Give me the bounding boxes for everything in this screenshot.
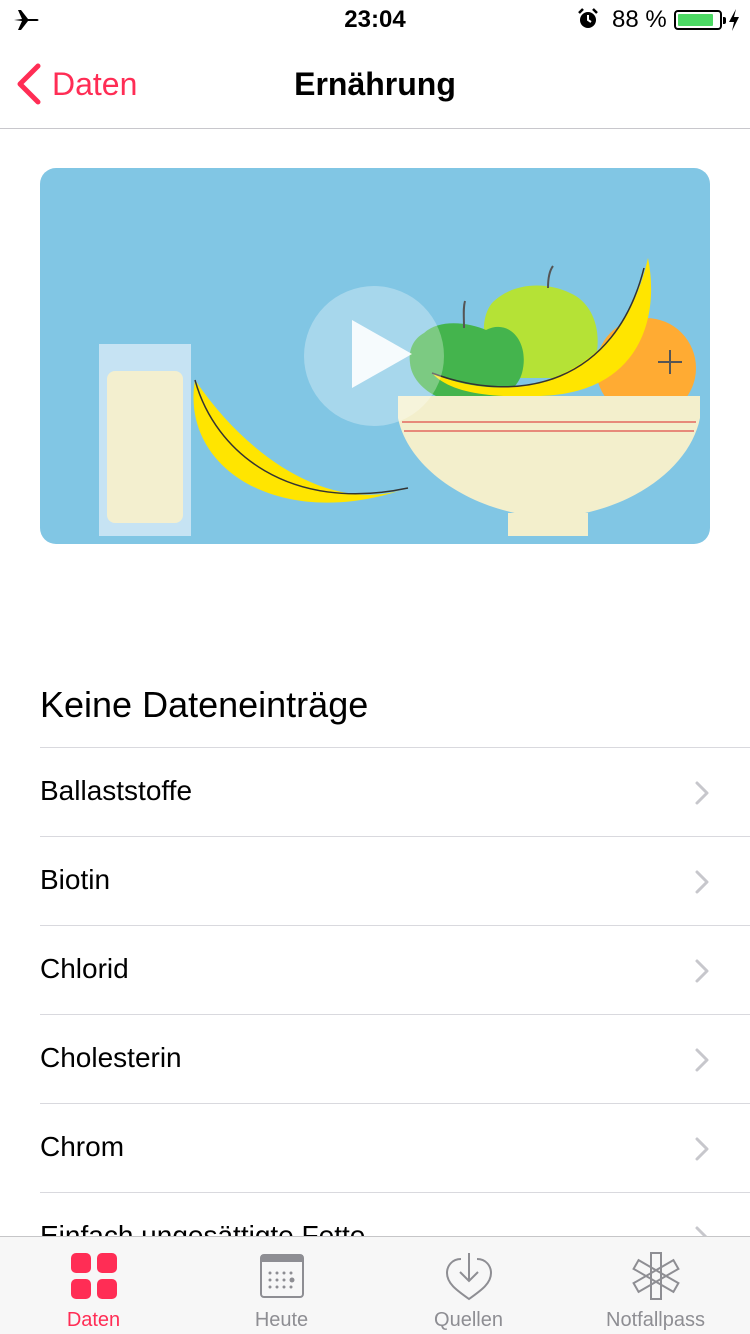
milk-glass-illustration	[99, 344, 191, 536]
tab-label: Daten	[66, 1309, 121, 1331]
list-item-label: Ballaststoffe	[40, 775, 193, 806]
tab-label: Heute	[254, 1309, 309, 1331]
section-header-no-entries: Keine Dateneinträge	[40, 684, 369, 725]
heart-download-icon	[445, 1253, 492, 1301]
chevron-right-icon	[695, 1137, 709, 1161]
play-icon	[304, 286, 444, 426]
star-of-life-icon	[631, 1252, 680, 1300]
list-item-chlorid[interactable]: Chlorid	[40, 925, 750, 1014]
tab-notfallpass[interactable]: Notfallpass	[562, 1237, 749, 1334]
list-item-cholesterin[interactable]: Cholesterin	[40, 1014, 750, 1103]
fruit-bowl-illustration	[99, 258, 700, 536]
list-item-label: Cholesterin	[40, 1042, 182, 1073]
calendar-icon	[259, 1254, 304, 1298]
navigation-bar: Daten Ernährung	[0, 40, 750, 129]
list-item-label: Chrom	[40, 1131, 125, 1162]
status-bar: 23:04 88 %	[0, 0, 750, 40]
tab-quellen[interactable]: Quellen	[375, 1237, 562, 1334]
tab-daten[interactable]: Daten	[0, 1237, 187, 1334]
list-item-label: Chlorid	[40, 953, 129, 984]
battery-icon	[674, 10, 726, 30]
list-item-chrom[interactable]: Chrom	[40, 1103, 750, 1192]
tab-heute[interactable]: Heute	[188, 1237, 375, 1334]
nutrient-list: Ballaststoffe Biotin Chlorid Cholesterin…	[40, 747, 750, 1281]
chevron-right-icon	[695, 1048, 709, 1072]
chevron-right-icon	[695, 870, 709, 894]
tab-label: Notfallpass	[606, 1309, 705, 1331]
charging-bolt-icon	[729, 9, 739, 31]
hero-video-card[interactable]	[40, 168, 710, 544]
list-item-ballaststoffe[interactable]: Ballaststoffe	[40, 747, 750, 836]
tab-bar: Daten Heute Quellen Notfallpass	[0, 1236, 750, 1334]
chevron-right-icon	[695, 959, 709, 983]
page-title: Ernährung	[294, 66, 456, 102]
chevron-right-icon	[695, 781, 709, 805]
alarm-icon	[578, 8, 598, 28]
list-item-biotin[interactable]: Biotin	[40, 836, 750, 925]
bowl-illustration	[398, 396, 700, 536]
grid-icon	[70, 1253, 117, 1299]
battery-percent: 88 %	[612, 6, 667, 33]
tab-label: Quellen	[434, 1309, 503, 1331]
list-item-label: Biotin	[40, 864, 111, 895]
